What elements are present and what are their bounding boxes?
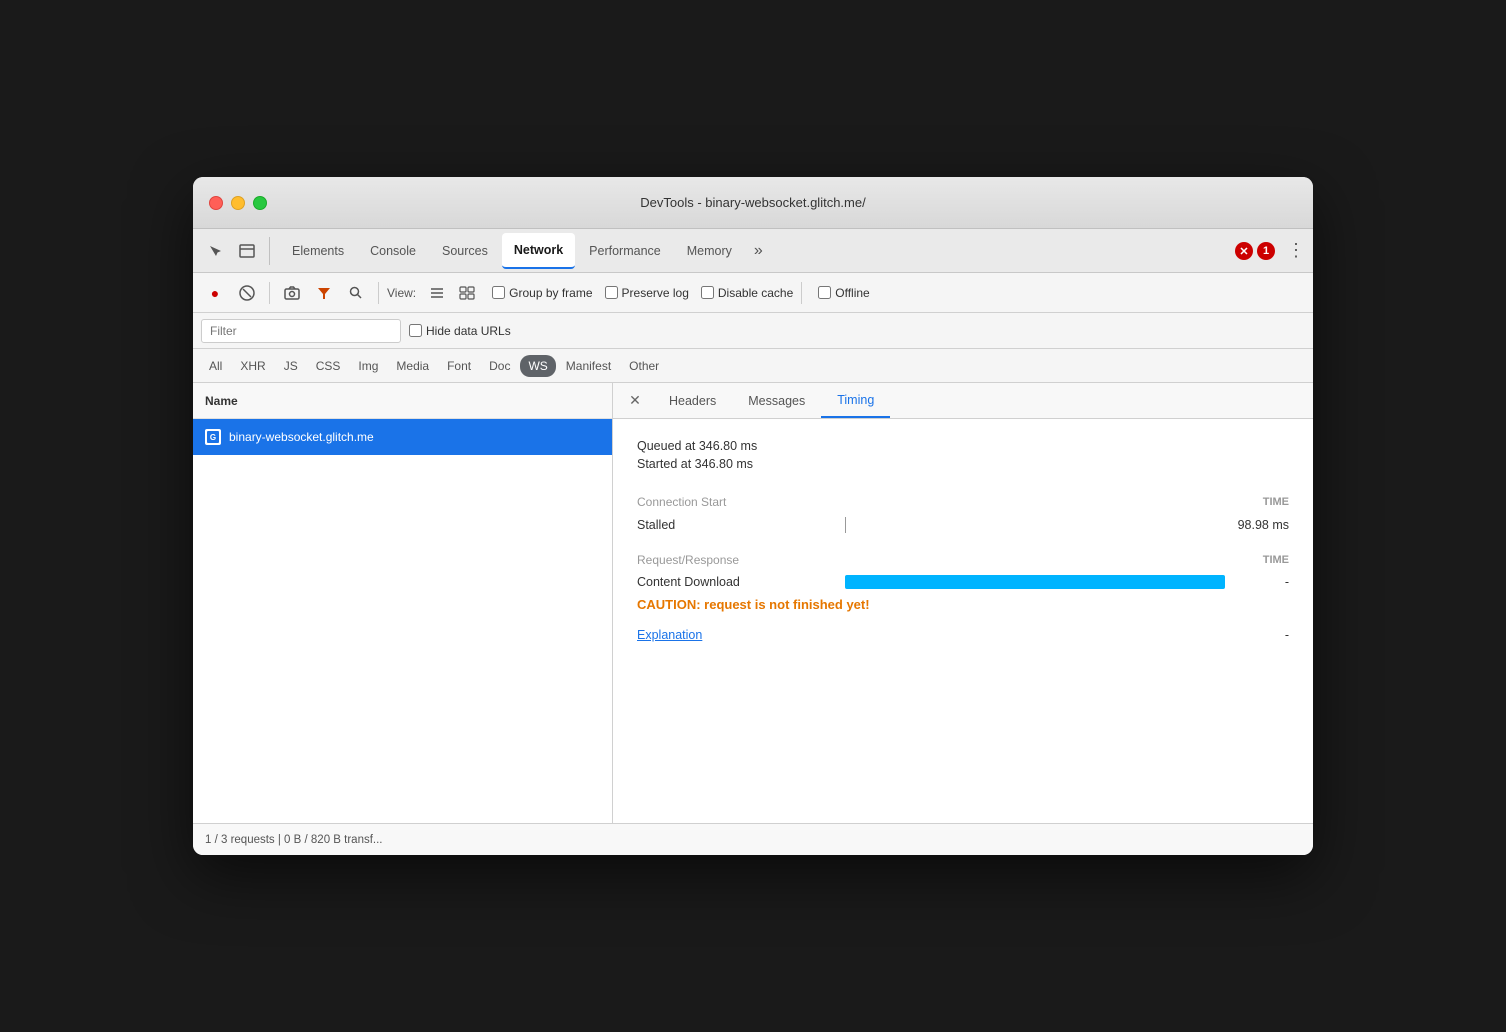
type-ws[interactable]: WS	[520, 355, 555, 377]
caution-message: CAUTION: request is not finished yet!	[637, 597, 1289, 612]
time-header-1: TIME	[1263, 496, 1289, 508]
detail-tab-timing[interactable]: Timing	[821, 384, 890, 418]
close-detail-button[interactable]: ✕	[621, 387, 649, 415]
group-by-frame-checkbox[interactable]: Group by frame	[492, 286, 592, 300]
titlebar: DevTools - binary-websocket.glitch.me/	[193, 177, 1313, 229]
preserve-log-checkbox[interactable]: Preserve log	[605, 286, 689, 300]
tab-icon-group	[201, 237, 270, 265]
statusbar: 1 / 3 requests | 0 B / 820 B transf...	[193, 823, 1313, 855]
divider-1	[269, 282, 270, 304]
filter-bar: Hide data URLs	[193, 313, 1313, 349]
cursor-icon[interactable]	[201, 237, 229, 265]
minimize-button[interactable]	[231, 196, 245, 210]
connection-start-section: Connection Start TIME	[637, 495, 1289, 509]
stalled-row: Stalled 98.98 ms	[637, 517, 1289, 533]
type-xhr[interactable]: XHR	[232, 355, 273, 377]
camera-button[interactable]	[278, 279, 306, 307]
type-js[interactable]: JS	[276, 355, 306, 377]
type-media[interactable]: Media	[388, 355, 437, 377]
content-download-row: Content Download -	[637, 575, 1289, 589]
traffic-lights	[209, 196, 267, 210]
tab-right-area: ✕ 1 ⋮	[1235, 240, 1305, 261]
window-title: DevTools - binary-websocket.glitch.me/	[640, 195, 865, 210]
search-button[interactable]	[342, 279, 370, 307]
type-other[interactable]: Other	[621, 355, 667, 377]
detail-content: Queued at 346.80 ms Started at 346.80 ms…	[613, 419, 1313, 823]
tab-console[interactable]: Console	[358, 233, 428, 269]
error-badge: 1	[1257, 242, 1275, 260]
request-response-section: Request/Response TIME	[637, 553, 1289, 567]
hide-urls-checkbox[interactable]: Hide data URLs	[409, 324, 511, 338]
error-icon: ✕	[1235, 242, 1253, 260]
record-button[interactable]: ●	[201, 279, 229, 307]
offline-checkbox[interactable]: Offline	[818, 286, 869, 300]
filter-button[interactable]	[310, 279, 338, 307]
started-at: Started at 346.80 ms	[637, 457, 1289, 471]
network-toolbar: ● View:	[193, 273, 1313, 313]
svg-text:G: G	[210, 433, 216, 442]
more-tabs-button[interactable]: »	[746, 242, 771, 260]
divider-3	[801, 282, 802, 304]
type-all[interactable]: All	[201, 355, 230, 377]
tab-network[interactable]: Network	[502, 233, 575, 269]
stalled-bar	[845, 517, 846, 533]
filter-input[interactable]	[201, 319, 401, 343]
explanation-link[interactable]: Explanation	[637, 628, 702, 642]
content-download-value: -	[1285, 575, 1289, 589]
tab-performance[interactable]: Performance	[577, 233, 673, 269]
dock-icon[interactable]	[233, 237, 261, 265]
more-options-button[interactable]: ⋮	[1287, 240, 1305, 261]
detail-panel: ✕ Headers Messages Timing Queued at 346.…	[613, 383, 1313, 823]
type-font[interactable]: Font	[439, 355, 479, 377]
list-view-button[interactable]	[424, 282, 450, 304]
type-img[interactable]: Img	[350, 355, 386, 377]
detail-tabs: ✕ Headers Messages Timing	[613, 383, 1313, 419]
type-manifest[interactable]: Manifest	[558, 355, 619, 377]
divider-2	[378, 282, 379, 304]
file-list: Name G binary-websocket.glitch.me	[193, 383, 613, 823]
explanation-dash: -	[1285, 628, 1289, 642]
detail-tab-headers[interactable]: Headers	[653, 384, 732, 418]
stalled-value: 98.98 ms	[1238, 518, 1289, 532]
detail-tab-messages[interactable]: Messages	[732, 384, 821, 418]
status-text: 1 / 3 requests | 0 B / 820 B transf...	[205, 834, 383, 846]
content-download-label: Content Download	[637, 575, 837, 589]
type-filter-bar: All XHR JS CSS Img Media Font Doc WS Man…	[193, 349, 1313, 383]
view-label: View:	[387, 286, 416, 300]
file-list-header: Name	[193, 383, 612, 419]
tabbar: Elements Console Sources Network Perform…	[193, 229, 1313, 273]
devtools-window: DevTools - binary-websocket.glitch.me/ E…	[193, 177, 1313, 855]
download-progress-bar	[845, 575, 1225, 589]
explanation-row: Explanation -	[637, 628, 1289, 642]
maximize-button[interactable]	[253, 196, 267, 210]
time-header-2: TIME	[1263, 554, 1289, 566]
tab-elements[interactable]: Elements	[280, 233, 356, 269]
disable-cache-checkbox[interactable]: Disable cache	[701, 286, 793, 300]
clear-button[interactable]	[233, 279, 261, 307]
svg-text:✕: ✕	[1239, 246, 1248, 258]
stalled-label: Stalled	[637, 518, 837, 532]
main-content: Name G binary-websocket.glitch.me ✕ Head…	[193, 383, 1313, 823]
tab-sources[interactable]: Sources	[430, 233, 500, 269]
queued-at: Queued at 346.80 ms	[637, 439, 1289, 453]
file-favicon: G	[205, 429, 221, 445]
type-css[interactable]: CSS	[308, 355, 349, 377]
connection-start-label: Connection Start	[637, 495, 726, 509]
file-item[interactable]: G binary-websocket.glitch.me	[193, 419, 612, 455]
tab-memory[interactable]: Memory	[675, 233, 744, 269]
close-button[interactable]	[209, 196, 223, 210]
tree-view-button[interactable]	[454, 282, 480, 304]
request-response-label: Request/Response	[637, 553, 739, 567]
type-doc[interactable]: Doc	[481, 355, 518, 377]
